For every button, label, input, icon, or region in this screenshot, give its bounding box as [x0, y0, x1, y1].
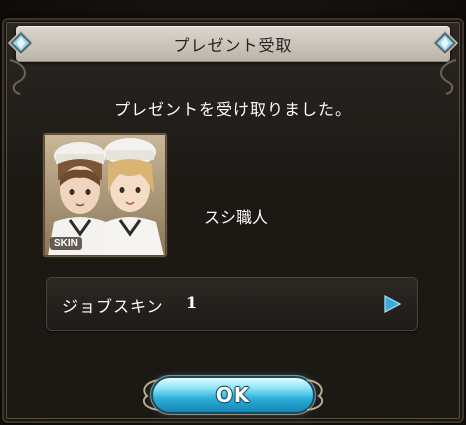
skin-badge: SKIN: [50, 237, 82, 250]
received-item: SKIN スシ職人: [44, 134, 422, 274]
game-screen: プレゼント受取 プレゼントを受け取りました。 SKIN スシ職人 ジョブスキン …: [0, 0, 466, 425]
reward-count: 1: [186, 293, 198, 312]
play-triangle-icon[interactable]: [382, 294, 402, 314]
dialog-title: プレゼント受取: [173, 36, 293, 55]
reward-row[interactable]: ジョブスキン 1: [46, 277, 418, 331]
item-name: スシ職人: [204, 208, 269, 227]
present-received-dialog: プレゼント受取 プレゼントを受け取りました。 SKIN スシ職人 ジョブスキン …: [2, 18, 464, 423]
frame-flourish-icon: [9, 59, 26, 95]
ok-button-face[interactable]: OK: [153, 378, 313, 412]
reward-type-label: ジョブスキン: [62, 297, 164, 316]
received-message: プレゼントを受け取りました。: [113, 100, 352, 119]
ok-button-label: OK: [215, 383, 251, 407]
diamond-ornament-icon: [8, 30, 34, 56]
dialog-title-bar: プレゼント受取: [16, 26, 450, 62]
frame-flourish-icon: [440, 59, 457, 95]
sushi-chef-skin-portrait-icon: SKIN: [44, 134, 166, 256]
ok-button[interactable]: OK: [142, 372, 324, 418]
diamond-ornament-icon: [432, 30, 458, 56]
button-flourish-icon: [306, 379, 324, 411]
